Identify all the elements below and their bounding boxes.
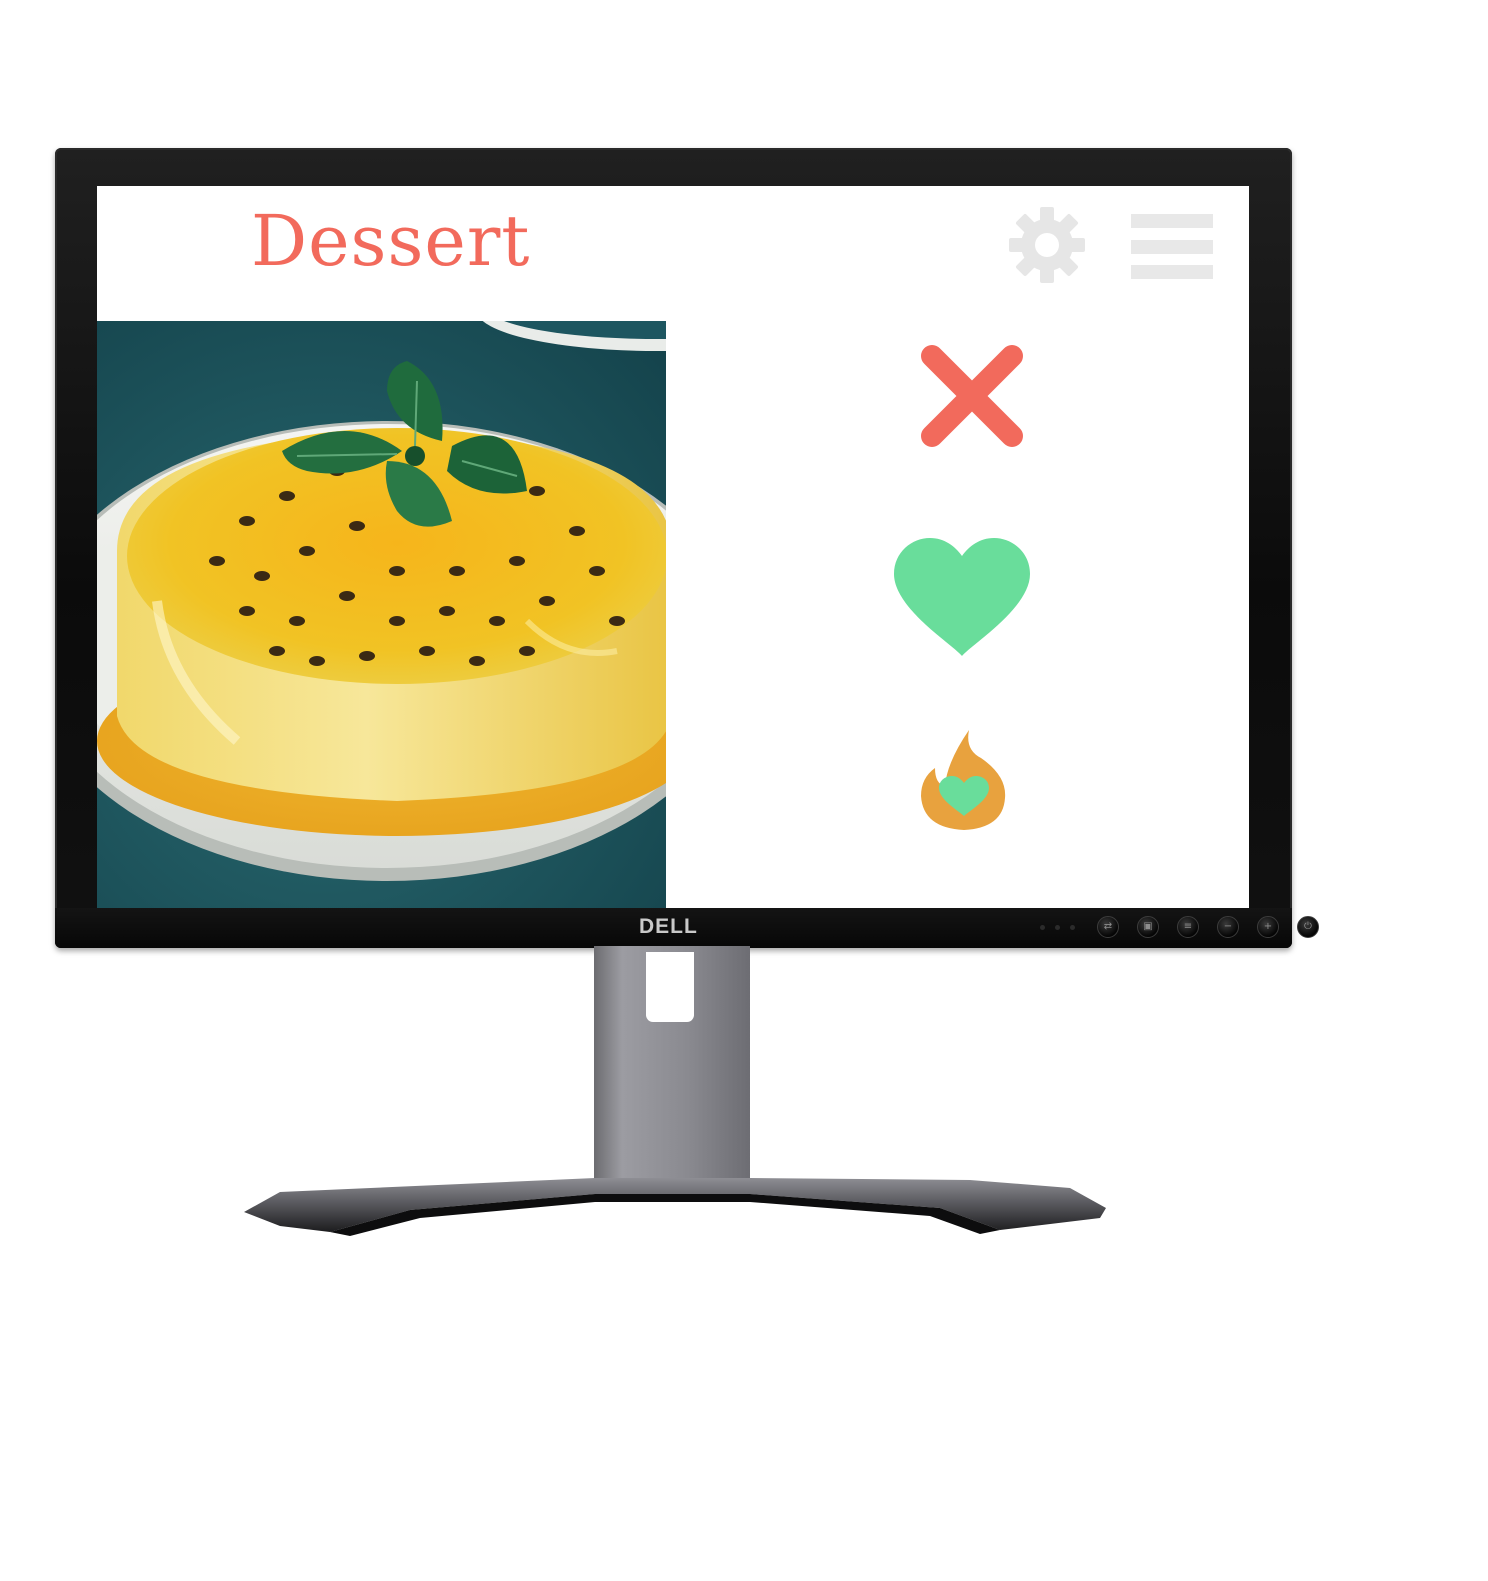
monitor-toggle-button[interactable]: ≡ bbox=[1177, 916, 1199, 938]
gear-icon bbox=[1009, 207, 1085, 283]
monitor-menu-button[interactable]: ▣ bbox=[1137, 916, 1159, 938]
menu-bar bbox=[1131, 265, 1213, 279]
like-button[interactable] bbox=[892, 536, 1032, 660]
app-title: Dessert bbox=[251, 200, 531, 282]
dessert-photo-illustration bbox=[97, 321, 666, 908]
monitor-minus-button[interactable]: − bbox=[1217, 916, 1239, 938]
indicator-dots bbox=[1040, 924, 1075, 930]
screen: Dessert bbox=[97, 186, 1249, 908]
monitor-brand-logo: DELL bbox=[639, 915, 698, 938]
stand-cable-slot bbox=[646, 952, 694, 1022]
menu-button[interactable] bbox=[1131, 214, 1213, 280]
monitor-control-buttons: ⇄ ▣ ≡ − + ⏻ bbox=[1040, 916, 1319, 938]
flame-heart-icon bbox=[921, 730, 1006, 830]
monitor-input-button[interactable]: ⇄ bbox=[1097, 916, 1119, 938]
indicator-dot bbox=[1055, 924, 1060, 930]
super-like-button[interactable] bbox=[919, 728, 1009, 832]
indicator-dot bbox=[1070, 924, 1075, 930]
monitor-plus-button[interactable]: + bbox=[1257, 916, 1279, 938]
dessert-photo bbox=[97, 321, 666, 908]
dislike-button[interactable] bbox=[920, 344, 1024, 448]
menu-bar bbox=[1131, 214, 1213, 228]
heart-icon bbox=[894, 538, 1030, 656]
indicator-dot bbox=[1040, 924, 1045, 930]
settings-button[interactable] bbox=[1007, 204, 1087, 286]
close-x-icon bbox=[921, 345, 1023, 447]
monitor-power-button[interactable]: ⏻ bbox=[1297, 916, 1319, 938]
monitor-stand-neck bbox=[594, 946, 750, 1182]
menu-bar bbox=[1131, 240, 1213, 254]
monitor-stand-base bbox=[244, 1178, 1106, 1236]
